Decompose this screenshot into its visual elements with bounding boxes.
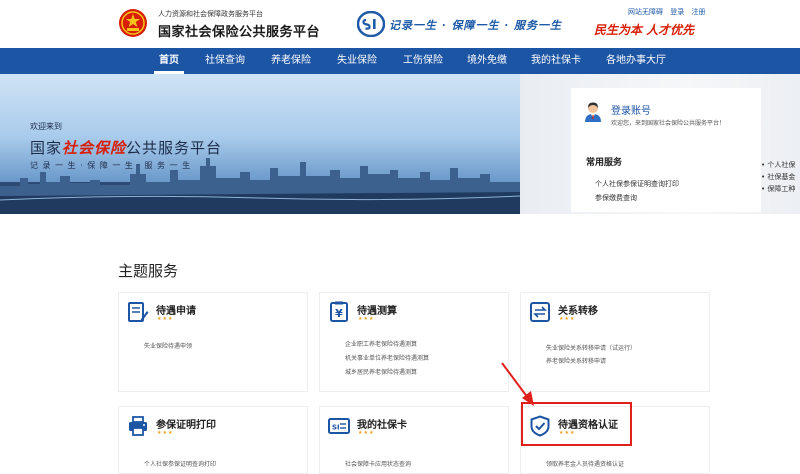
site-header: 人力资源和社会保障政务服务平台 国家社会保险公共服务平台 记录一生 · 保障一生… — [0, 0, 800, 48]
social-card-icon: SI — [328, 418, 350, 434]
login-account-link[interactable]: 登录账号 — [611, 102, 651, 117]
top-links: 网站无障碍 登录 注册 — [628, 7, 710, 17]
service-card-transfer[interactable]: 关系转移 ★★★ 失业保险关系转移申请（试运行） 养老保险关系转移申请 — [520, 292, 710, 392]
rating-stars: ★★★ — [358, 316, 375, 322]
rating-stars: ★★★ — [559, 316, 576, 322]
user-avatar-icon — [585, 102, 601, 122]
card-item-institution-calc[interactable]: 机关事业单位养老保险待遇测算 — [345, 353, 429, 362]
card-item-card-status[interactable]: 社会保障卡应用状态查询 — [345, 459, 411, 468]
social-insurance-logo-icon — [357, 11, 385, 37]
service-card-benefit-apply[interactable]: 待遇申请 ★★★ 失业保险待遇申领 — [118, 292, 308, 392]
card-title[interactable]: 我的社保卡 — [357, 416, 407, 431]
side-tag-fund[interactable]: • 社保基金 — [761, 171, 795, 183]
banner-title: 国家社会保险公共服务平台 — [30, 137, 222, 158]
service-card-certificate-print[interactable]: 参保证明打印 ★★★ 个人社保参保证明查询打印 — [118, 406, 308, 474]
banner-title-prefix: 国家 — [30, 139, 63, 157]
card-item-pension-transfer[interactable]: 养老保险关系转移申请 — [546, 356, 606, 365]
card-item-unemployment-transfer[interactable]: 失业保险关系转移申请（试运行） — [546, 343, 636, 352]
nav-pension[interactable]: 养老保险 — [266, 48, 316, 74]
main-nav: 首页 社保查询 养老保险 失业保险 工伤保险 境外免缴 我的社保卡 各地办事大厅 — [0, 48, 800, 74]
theme-services-title: 主题服务 — [118, 262, 179, 280]
red-arrow-annotation-icon — [501, 362, 534, 406]
card-item-certificate-print[interactable]: 个人社保参保证明查询打印 — [144, 459, 216, 468]
svg-text:¥: ¥ — [335, 307, 343, 320]
login-link[interactable]: 登录 — [670, 8, 684, 16]
page: 人力资源和社会保障政务服务平台 国家社会保险公共服务平台 记录一生 · 保障一生… — [0, 0, 800, 474]
nav-unemployment[interactable]: 失业保险 — [332, 48, 382, 74]
card-title[interactable]: 待遇测算 — [357, 302, 397, 317]
common-service-payment-query[interactable]: 参保缴费查询 — [595, 193, 637, 203]
card-title[interactable]: 待遇申请 — [156, 302, 196, 317]
highlight-annotation-box — [521, 402, 632, 446]
national-emblem-icon — [119, 9, 147, 37]
login-welcome-text: 欢迎您，来到国家社会保险公共服务平台！ — [611, 120, 726, 127]
nav-local-halls[interactable]: 各地办事大厅 — [600, 48, 672, 74]
nav-social-query[interactable]: 社保查询 — [200, 48, 250, 74]
side-tag-worktype[interactable]: • 保障工种 — [761, 183, 795, 195]
printer-icon — [129, 416, 147, 436]
card-title[interactable]: 关系转移 — [558, 302, 598, 317]
rating-stars: ★★★ — [157, 430, 174, 436]
banner-title-suffix: 公共服务平台 — [126, 139, 223, 157]
service-card-benefit-calc[interactable]: ¥ 待遇测算 ★★★ 企业职工养老保险待遇测算 机关事业单位养老保险待遇测算 城… — [319, 292, 509, 392]
red-slogan-text: 民生为本 人才优先 — [594, 23, 695, 37]
nav-overseas-exempt[interactable]: 境外免缴 — [462, 48, 512, 74]
card-item-enterprise-calc[interactable]: 企业职工养老保险待遇测算 — [345, 339, 417, 348]
nav-my-social-card[interactable]: 我的社保卡 — [526, 48, 586, 74]
nav-work-injury[interactable]: 工伤保险 — [398, 48, 448, 74]
brand-subtitle: 人力资源和社会保障政务服务平台 — [158, 10, 263, 18]
register-link[interactable]: 注册 — [691, 8, 705, 16]
rating-stars: ★★★ — [358, 430, 375, 436]
accessibility-link[interactable]: 网站无障碍 — [628, 8, 663, 16]
calculator-yen-icon: ¥ — [330, 301, 348, 322]
card-title[interactable]: 参保证明打印 — [156, 416, 216, 431]
common-services-title: 常用服务 — [586, 158, 623, 168]
login-panel: 登录账号 欢迎您，来到国家社会保险公共服务平台！ 常用服务 个人社保参保证明查询… — [571, 88, 761, 212]
card-item-unemployment-apply[interactable]: 失业保险待遇申领 — [144, 341, 192, 350]
svg-text:SI: SI — [332, 424, 340, 432]
apply-document-icon — [128, 302, 149, 322]
transfer-arrows-icon — [530, 302, 550, 322]
side-tag-personal[interactable]: • 个人社保 — [761, 159, 795, 171]
banner-welcome: 欢迎来到 — [30, 122, 62, 131]
brand-title[interactable]: 国家社会保险公共服务平台 — [158, 21, 320, 40]
common-service-certificate-print[interactable]: 个人社保参保证明查询打印 — [595, 179, 679, 189]
card-item-qualification-cert[interactable]: 领取养老金人员待遇资格认证 — [546, 459, 624, 468]
banner-subtitle: 记 录 一 生 · 保 障 一 生 · 服 务 一 生 — [30, 161, 192, 170]
slogan-text: 记录一生 · 保障一生 · 服务一生 — [389, 19, 562, 32]
banner-title-highlight: 社会保险 — [62, 139, 127, 157]
service-card-my-social-card[interactable]: SI 我的社保卡 ★★★ 社会保障卡应用状态查询 — [319, 406, 509, 474]
side-tags: • 个人社保 • 社保基金 • 保障工种 — [761, 159, 795, 195]
rating-stars: ★★★ — [157, 316, 174, 322]
card-item-resident-calc[interactable]: 城乡居民养老保险待遇测算 — [345, 367, 417, 376]
